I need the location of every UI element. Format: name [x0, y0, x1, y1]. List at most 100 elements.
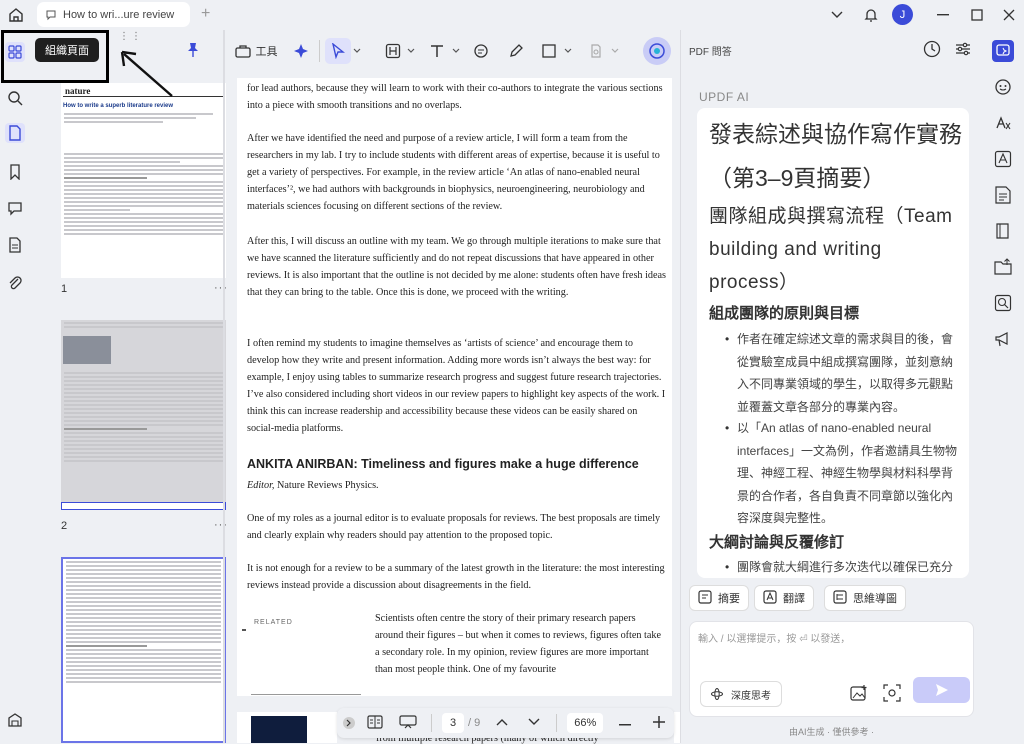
- pages-icon[interactable]: [5, 123, 25, 143]
- ai-answer-card: 發表綜述與協作寫作實務（第3–9頁摘要） 團隊組成與撰寫流程（Team buil…: [697, 108, 969, 578]
- highlighter-pen-icon[interactable]: [504, 38, 528, 64]
- history-clock-icon[interactable]: [923, 40, 941, 63]
- minimize-icon[interactable]: [932, 5, 954, 25]
- page-thumbnail-2[interactable]: [61, 320, 226, 510]
- deep-think-label: 深度思考: [731, 690, 771, 702]
- total-pages: / 9: [468, 717, 481, 729]
- form-fill-icon[interactable]: [992, 184, 1014, 206]
- left-toolbar: [0, 30, 31, 743]
- tools-button[interactable]: 工具: [233, 38, 279, 64]
- document-paragraph: After we have identified the need and pu…: [247, 133, 660, 212]
- answer-bullet: • 團隊會就大綱進行多次迭代以確保已充分: [725, 560, 954, 574]
- layers-icon[interactable]: [5, 710, 25, 730]
- select-cursor-icon[interactable]: [325, 38, 351, 64]
- shape-rectangle-icon[interactable]: [537, 38, 561, 64]
- zoom-out-icon[interactable]: [619, 717, 632, 729]
- previous-page-icon[interactable]: [496, 717, 508, 729]
- page-more-menu[interactable]: ···: [214, 282, 228, 294]
- comment-icon: [46, 10, 56, 20]
- ai-sparkle-icon[interactable]: [288, 38, 314, 64]
- home-icon[interactable]: [6, 5, 26, 25]
- page-layout-icon[interactable]: [367, 714, 383, 732]
- tools-label: 工具: [255, 46, 278, 58]
- chevron-down-icon[interactable]: [826, 5, 848, 25]
- answer-subheading: 組成團隊的原則與目標: [709, 305, 860, 322]
- page-more-menu[interactable]: ···: [214, 519, 228, 531]
- ai-assistant-icon[interactable]: [643, 37, 671, 65]
- zoom-in-icon[interactable]: [653, 715, 666, 731]
- summarize-chip[interactable]: 摘要: [689, 585, 749, 611]
- toolbox-icon: [234, 45, 251, 58]
- current-page-input[interactable]: 3: [442, 713, 464, 733]
- search-document-icon[interactable]: [992, 292, 1014, 314]
- next-page-icon[interactable]: [528, 717, 540, 729]
- send-button[interactable]: [913, 677, 970, 703]
- maximize-icon[interactable]: [966, 5, 988, 25]
- search-icon[interactable]: [5, 88, 25, 108]
- answer-title: 發表綜述與協作寫作實務（第3–9頁摘要）: [709, 121, 962, 191]
- document-tab-title: How to wri...ure review: [63, 8, 175, 21]
- ai-assistant-face-icon[interactable]: [992, 76, 1014, 98]
- right-tool-sidebar: [980, 30, 1024, 743]
- divider: [223, 30, 225, 743]
- avatar[interactable]: J: [892, 4, 913, 25]
- ai-chat-icon[interactable]: [992, 40, 1014, 62]
- ai-chat-panel: PDF 問答 UPDF AI 發表綜述與協作寫作實務（第3–9頁摘要） 團隊組成…: [681, 30, 980, 743]
- folder-export-icon[interactable]: [992, 256, 1014, 278]
- section-heading: ANKITA ANIRBAN: Timeliness and figures m…: [247, 457, 639, 471]
- pdf-page-view: for lead authors, because they will lear…: [237, 78, 672, 696]
- answer-subheading: 大綱討論與反覆修訂: [709, 534, 845, 551]
- document-paragraph: Scientists often centre the story of the…: [375, 613, 662, 675]
- zoom-level[interactable]: 66%: [567, 713, 604, 733]
- edit-text-box-icon[interactable]: [381, 38, 405, 64]
- chevron-down-icon[interactable]: [563, 38, 573, 64]
- next-page-edge: [237, 712, 337, 743]
- paperclip-icon[interactable]: [5, 273, 25, 293]
- related-marker: [242, 629, 246, 631]
- document-paragraph: for lead authors, because they will lear…: [247, 83, 663, 111]
- chat-input[interactable]: 輸入 / 以選擇提示，按 ⏎ 以發送， 深度思考: [689, 621, 974, 717]
- chevron-down-icon[interactable]: [352, 38, 362, 64]
- translate-chip[interactable]: 翻譯: [754, 585, 814, 611]
- summarize-label: 摘要: [718, 593, 740, 605]
- collapse-arrow-icon[interactable]: [343, 717, 355, 729]
- document-paragraph: It is not enough for a review to be a su…: [247, 563, 665, 591]
- chevron-down-icon[interactable]: [406, 38, 416, 64]
- bell-icon[interactable]: [860, 5, 882, 25]
- chevron-down-icon[interactable]: [611, 38, 619, 64]
- panel-title: PDF 問答: [689, 47, 732, 58]
- drag-handle[interactable]: ⋮⋮: [119, 31, 143, 42]
- page-thumbnail-3-selected[interactable]: [61, 557, 226, 743]
- pin-icon[interactable]: [186, 42, 200, 63]
- document-tab[interactable]: How to wri...ure review: [37, 2, 190, 27]
- answer-bullet: • 作者在確定綜述文章的需求與目的後，會從實驗室成員中組成撰寫團隊，並刻意納入不同…: [725, 332, 954, 414]
- mindmap-chip[interactable]: 思維導圖: [824, 585, 906, 611]
- new-tab-plus-icon[interactable]: +: [201, 5, 210, 23]
- ocr-icon[interactable]: [992, 112, 1014, 134]
- stamp-icon[interactable]: [583, 38, 609, 64]
- settings-sliders-icon[interactable]: [954, 40, 972, 63]
- title-bar: How to wri...ure review + J: [0, 0, 1024, 30]
- send-icon: [935, 684, 948, 696]
- close-icon[interactable]: [998, 5, 1020, 25]
- divider: [251, 694, 361, 695]
- translate-label: 翻譯: [783, 593, 805, 605]
- document-paragraph: After this, I will discuss an outline wi…: [247, 236, 666, 298]
- mindmap-icon: [833, 589, 847, 607]
- page-thumbnails-panel: ⋮⋮ nature How to write a superb literatu…: [31, 30, 227, 743]
- image-upload-icon[interactable]: [850, 684, 868, 707]
- translate-page-icon[interactable]: [992, 148, 1014, 170]
- chevron-down-icon[interactable]: [451, 38, 461, 64]
- presentation-megaphone-icon[interactable]: [992, 328, 1014, 350]
- presentation-icon[interactable]: [399, 714, 417, 732]
- comment-tool-icon[interactable]: [469, 38, 493, 64]
- bookmark-icon[interactable]: [5, 162, 25, 182]
- deep-think-button[interactable]: 深度思考: [700, 681, 782, 707]
- text-tool-icon[interactable]: [425, 38, 449, 64]
- screenshot-icon[interactable]: [883, 684, 901, 707]
- book-reader-icon[interactable]: [992, 220, 1014, 242]
- page-thumbnail-1[interactable]: nature How to write a superb literature …: [61, 83, 226, 278]
- document-paragraph: I often remind my students to imagine th…: [247, 338, 666, 434]
- attachment-document-icon[interactable]: [5, 235, 25, 255]
- comments-icon[interactable]: [5, 198, 25, 218]
